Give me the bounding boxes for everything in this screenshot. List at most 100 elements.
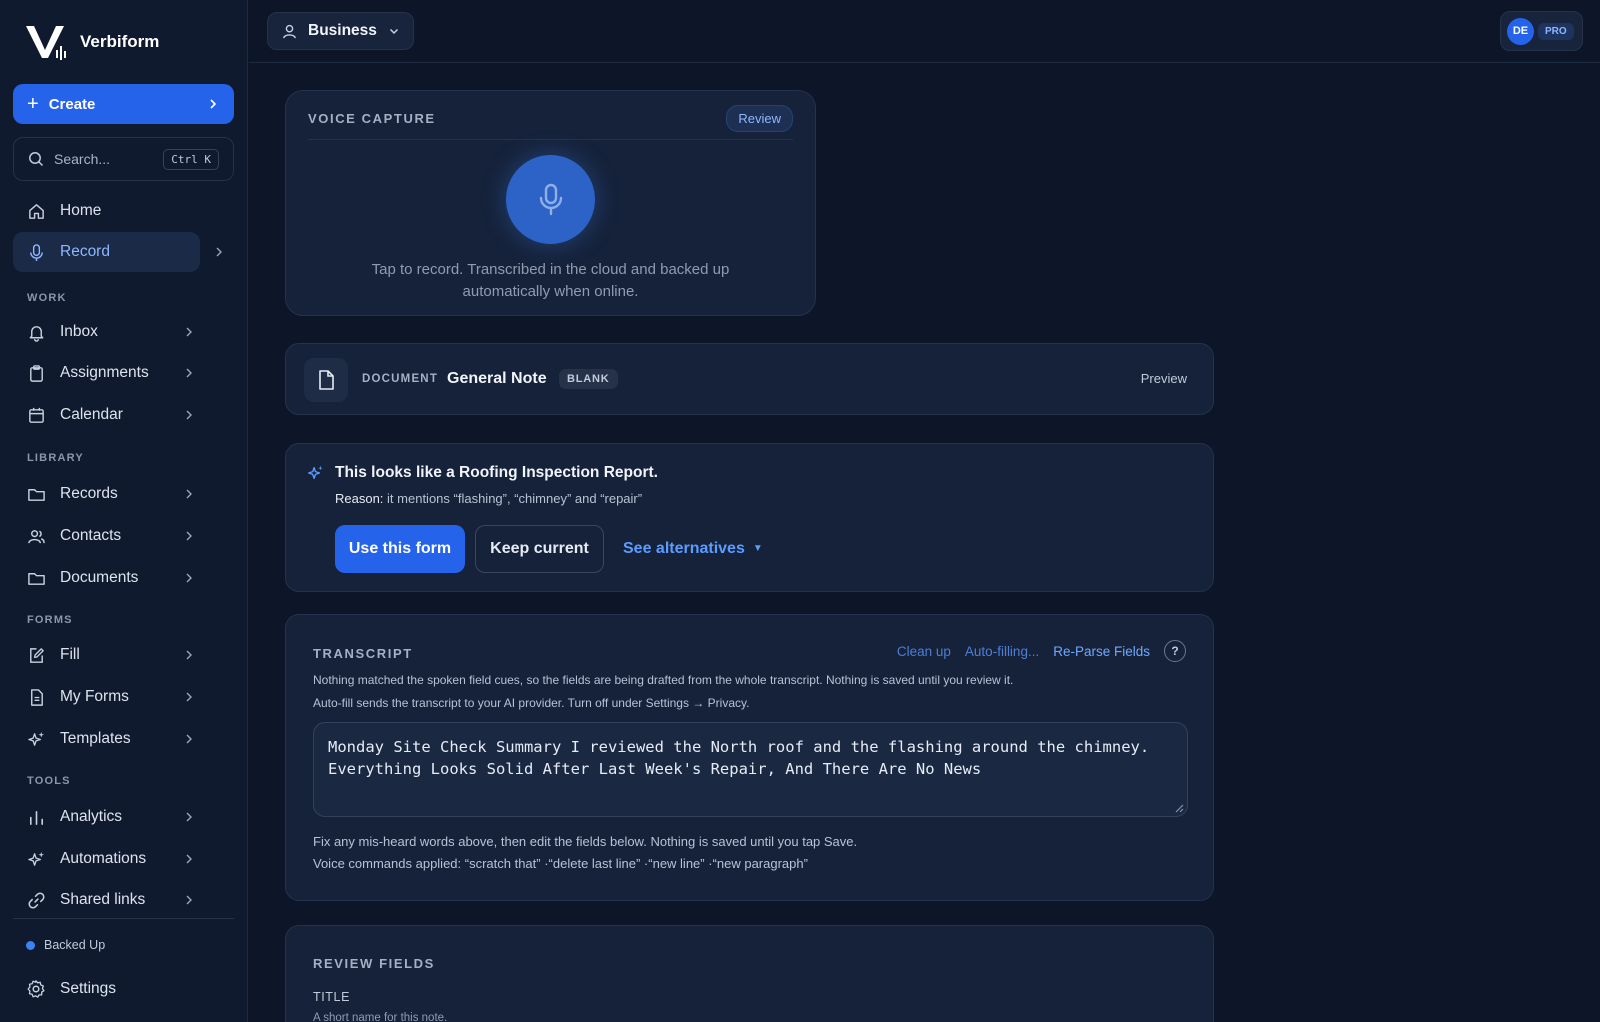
chevron-right-icon [216,247,222,257]
blank-badge: BLANK [559,369,618,389]
sidebar-item-label: Fill [60,646,80,663]
review-fields-title: REVIEW FIELDS [313,956,435,971]
voice-commands-text: Voice commands applied: “scratch that” ·… [313,856,808,871]
brand-name: Verbiform [80,32,160,51]
title-field-hint: A short name for this note. [313,1012,448,1022]
suggestion-reason: Reason: it mentions “flashing”, “chimney… [335,491,642,506]
review-button[interactable]: Review [726,105,793,132]
sidebar-item-assignments[interactable]: Assignments [13,353,234,393]
users-icon [26,526,46,546]
status-dot [26,940,35,950]
review-fields-card: REVIEW FIELDS TITLE A short name for thi… [285,925,1214,1022]
sync-status: Backed Up [26,938,105,952]
sidebar-divider [13,918,234,919]
sync-status-label: Backed Up [44,938,106,952]
sidebar-item-label: Record [60,243,110,260]
transcript-textarea[interactable]: Monday Site Check Summary I reviewed the… [313,722,1188,817]
chevron-right-icon [186,895,192,905]
sidebar-item-inbox[interactable]: Inbox [13,312,234,352]
sparkles-icon [308,465,323,480]
folder-icon [26,484,46,504]
chevron-down-icon [389,28,399,35]
bell-icon [26,322,46,342]
verbiform-logo-icon [26,26,66,60]
sidebar-item-documents[interactable]: Documents [13,558,234,598]
sidebar-item-label: Contacts [60,527,122,544]
sparkles-icon [26,849,46,869]
sidebar-item-label: Documents [60,569,139,586]
bar-chart-icon [26,807,46,827]
transcript-line: Everything Looks Solid After Last Week's… [328,760,982,778]
chevron-right-icon [186,489,192,499]
voice-capture-card: VOICE CAPTURE Review Tap to record. Tran… [285,90,816,316]
brand[interactable]: Verbiform [24,22,159,62]
autofill-note: Auto-fill sends the transcript to your A… [313,696,750,710]
transcript-help-text: Fix any mis-heard words above, then edit… [313,834,858,849]
sidebar-item-contacts[interactable]: Contacts [13,516,234,556]
sidebar-item-calendar[interactable]: Calendar [13,395,234,435]
document-card: DOCUMENT General Note BLANK Preview [285,343,1214,415]
transcript-card: TRANSCRIPT Clean up Auto-filling... Re-P… [285,614,1214,901]
sidebar-item-label: Assignments [60,364,149,381]
sidebar-item-templates[interactable]: Templates [13,719,234,759]
create-button[interactable]: + Create [13,84,234,124]
file-text-icon [26,687,46,707]
calendar-icon [26,405,46,425]
edit-icon [26,645,46,665]
suggestion-title: This looks like a Roofing Inspection Rep… [335,464,658,481]
search-icon [29,152,44,167]
plus-icon: + [27,93,39,115]
voice-capture-title: VOICE CAPTURE [308,111,436,126]
person-icon [283,24,296,38]
help-button[interactable]: ? [1164,640,1186,662]
sidebar-item-label: Calendar [60,406,123,423]
sidebar-item-my-forms[interactable]: My Forms [13,677,234,717]
user-menu[interactable]: DE PRO [1500,11,1583,51]
resize-handle-icon[interactable] [1174,803,1184,813]
card-divider [308,139,793,140]
voice-hint: Tap to record. Transcribed in the cloud … [371,261,730,300]
sidebar-item-fill[interactable]: Fill [13,635,234,675]
record-button[interactable] [506,155,595,244]
auto-filling-status: Auto-filling... [964,643,1040,659]
sidebar-item-settings[interactable]: Settings [13,969,234,1009]
see-alternatives-button[interactable]: See alternatives ▼ [623,540,763,558]
reason-label: Reason: [335,491,384,506]
sparkles-icon [26,729,46,749]
title-field-label: TITLE [313,990,351,1004]
avatar: DE [1507,17,1534,45]
transcript-actions: Clean up Auto-filling... Re-Parse Fields… [897,640,1186,662]
use-this-form-button[interactable]: Use this form [335,525,465,573]
keep-current-button[interactable]: Keep current [475,525,604,573]
top-bar: Business DE PRO [249,0,1600,63]
chevron-right-icon [186,650,192,660]
chevron-right-icon [186,854,192,864]
reparse-fields-button[interactable]: Re-Parse Fields [1053,644,1150,659]
chevron-right-icon [186,368,192,378]
clipboard-icon [26,363,46,383]
caret-down-icon: ▼ [752,543,763,554]
section-label-tools: TOOLS [27,775,71,787]
workspace-switcher[interactable]: Business [267,12,414,50]
section-label-forms: FORMS [27,614,73,626]
sidebar-item-records[interactable]: Records [13,474,234,514]
sidebar-item-automations[interactable]: Automations [13,839,234,879]
sidebar-item-shared-links[interactable]: Shared links [13,880,234,920]
chevron-right-icon [186,734,192,744]
sidebar-item-label: My Forms [60,688,129,705]
chevron-right-icon [186,692,192,702]
chevron-right-icon [186,812,192,822]
sidebar-item-home[interactable]: Home [13,191,234,231]
document-label: DOCUMENT [362,373,439,385]
section-label-library: LIBRARY [27,452,84,464]
sidebar-item-label: Automations [60,850,147,867]
clean-up-button[interactable]: Clean up [897,644,951,659]
sidebar-item-record[interactable]: Record [13,232,222,272]
transcript-title: TRANSCRIPT [313,646,413,661]
search-input[interactable]: Search... Ctrl K [13,137,234,181]
document-name: General Note [447,370,547,387]
link-icon [26,890,46,910]
sidebar-item-analytics[interactable]: Analytics [13,797,234,837]
section-label-work: WORK [27,292,67,304]
preview-link[interactable]: Preview [1141,371,1187,386]
